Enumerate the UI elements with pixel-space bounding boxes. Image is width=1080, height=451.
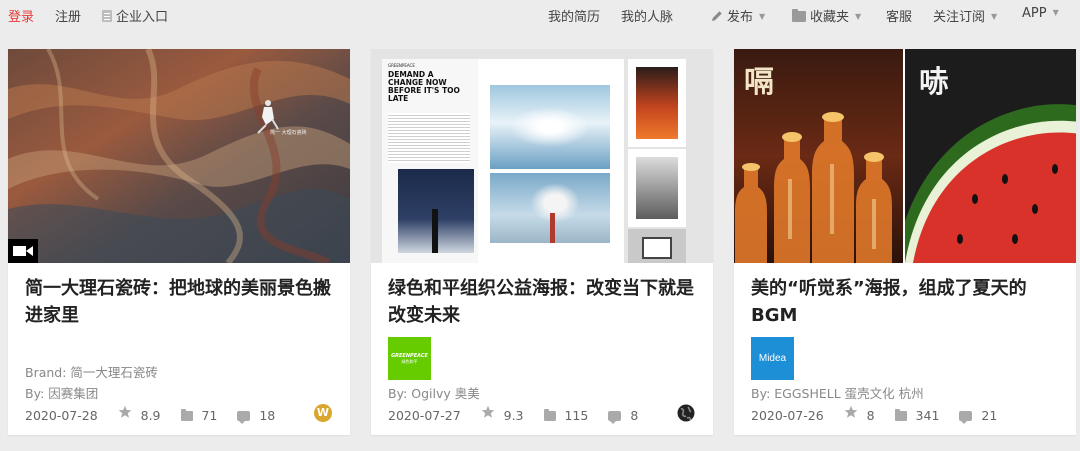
brand-line[interactable]: Brand: 简一大理石瓷砖 [25, 362, 158, 381]
rating-value: 8.9 [140, 408, 161, 423]
poster-glacier-image [490, 85, 610, 169]
work-card[interactable]: GREENPEACE DEMAND A CHANGE NOW BEFORE IT… [371, 49, 713, 435]
chevron-down-icon: ▼ [991, 12, 998, 21]
logo-subtext: 绿色和平 [401, 358, 418, 364]
my-resume-link[interactable]: 我的简历 [548, 6, 600, 25]
poster-headline: DEMAND A CHANGE NOW BEFORE IT'S TOO LATE [388, 70, 460, 103]
customer-service-link[interactable]: 客服 [886, 6, 912, 25]
poster-watermelon: 哧 [905, 49, 1076, 263]
agency-line[interactable]: By: EGGSHELL 蛋壳文化 杭州 [751, 383, 924, 402]
comment-icon [237, 410, 251, 424]
folder-icon [894, 408, 907, 421]
publish-label: 发布 [727, 10, 754, 25]
app-menu[interactable]: APP ▼ [1022, 6, 1059, 21]
favorites-count: 341 [915, 408, 940, 423]
publish-menu[interactable]: 发布 ▼ [711, 6, 765, 25]
my-network-link[interactable]: 我的人脉 [621, 6, 673, 25]
follow-subscribe-label: 关注订阅 [933, 10, 986, 25]
publish-date: 2020-07-26 [751, 408, 824, 423]
chevron-down-icon: ▼ [855, 12, 862, 21]
poster-char-right: 哧 [919, 65, 949, 100]
poster-right-bottom [628, 229, 686, 263]
comment-icon [959, 410, 973, 424]
comments-count: 18 [259, 408, 276, 423]
card-thumbnail[interactable]: 简一 大理石瓷砖 [8, 49, 350, 263]
thumb-caption: 简一 大理石瓷砖 [270, 129, 307, 136]
star-icon [481, 405, 494, 418]
card-stats: 2020-07-28 8.9 71 18 [25, 405, 276, 424]
poster-smokestack-image [398, 169, 474, 253]
poster-right-top [628, 59, 686, 147]
poster-left: GREENPEACE DEMAND A CHANGE NOW BEFORE IT… [382, 59, 480, 263]
poster-body-text [388, 113, 470, 163]
poster-bottles: 嗝 [734, 49, 903, 263]
comment-icon [608, 410, 622, 424]
rating-value: 8 [866, 408, 875, 423]
folder-icon [180, 408, 193, 421]
document-icon [102, 10, 112, 22]
rating-value: 9.3 [503, 408, 524, 423]
card-title[interactable]: 绿色和平组织公益海报：改变当下就是改变未来 [388, 275, 698, 329]
poster-center [478, 59, 624, 263]
poster-right-middle [628, 149, 686, 227]
card-stats: 2020-07-27 9.3 115 8 [388, 405, 639, 424]
enterprise-entry-link[interactable]: 企业入口 [102, 6, 168, 25]
login-link[interactable]: 登录 [8, 6, 34, 25]
video-badge [8, 239, 38, 263]
star-icon [844, 405, 857, 418]
favorites-count: 71 [201, 408, 218, 423]
poster-smoke-image [490, 173, 610, 243]
star-icon [118, 405, 131, 418]
globe-icon[interactable] [677, 404, 695, 422]
award-badge[interactable]: W [314, 404, 332, 422]
comments-count: 21 [981, 408, 998, 423]
register-link[interactable]: 注册 [55, 6, 81, 25]
agency-line[interactable]: By: Ogilvy 奥美 [388, 383, 480, 402]
publish-date: 2020-07-28 [25, 408, 98, 423]
midea-logo[interactable]: Midea [751, 337, 794, 380]
comments-count: 8 [630, 408, 639, 423]
chevron-down-icon: ▼ [759, 12, 766, 21]
follow-subscribe-menu[interactable]: 关注订阅 ▼ [933, 6, 997, 25]
favorites-label: 收藏夹 [810, 10, 850, 25]
card-title[interactable]: 简一大理石瓷砖：把地球的美丽景色搬进家里 [25, 275, 335, 329]
top-navigation-bar: 登录 注册 企业入口 我的简历 我的人脉 发布 ▼ 收藏夹 ▼ 客服 关注订阅 ▼ A… [0, 0, 1080, 30]
card-thumbnail[interactable]: 嗝 哧 [734, 49, 1076, 263]
agency-line[interactable]: By: 因赛集团 [25, 383, 98, 402]
folder-icon [543, 408, 556, 421]
poster-brand: GREENPEACE [388, 63, 415, 68]
card-stats: 2020-07-26 8 341 21 [751, 405, 998, 424]
card-title[interactable]: 美的“听觉系”海报，组成了夏天的BGM [751, 275, 1061, 329]
logo-text: Midea [758, 353, 787, 364]
video-camera-icon [13, 246, 33, 256]
enterprise-entry-label: 企业入口 [116, 10, 169, 25]
bottles-illustration [735, 112, 892, 263]
greenpeace-logo[interactable]: GREENPEACE 绿色和平 [388, 337, 431, 380]
chevron-down-icon: ▼ [1052, 8, 1059, 17]
favorites-count: 115 [564, 408, 589, 423]
work-card[interactable]: 简一 大理石瓷砖 简一大理石瓷砖：把地球的美丽景色搬进家里 Brand: 简一大… [8, 49, 350, 435]
favorites-menu[interactable]: 收藏夹 ▼ [792, 6, 861, 25]
card-thumbnail[interactable]: GREENPEACE DEMAND A CHANGE NOW BEFORE IT… [371, 49, 713, 263]
award-badge-letter: W [316, 406, 330, 419]
pencil-icon [712, 11, 722, 21]
folder-icon [792, 9, 806, 22]
work-card[interactable]: 嗝 哧 美的“听觉系”海报，组成了夏天的BGM Midea By: EGGSHE… [734, 49, 1076, 435]
marble-landscape-image: 简一 大理石瓷砖 [8, 49, 350, 263]
publish-date: 2020-07-27 [388, 408, 461, 423]
app-label: APP [1022, 6, 1047, 21]
